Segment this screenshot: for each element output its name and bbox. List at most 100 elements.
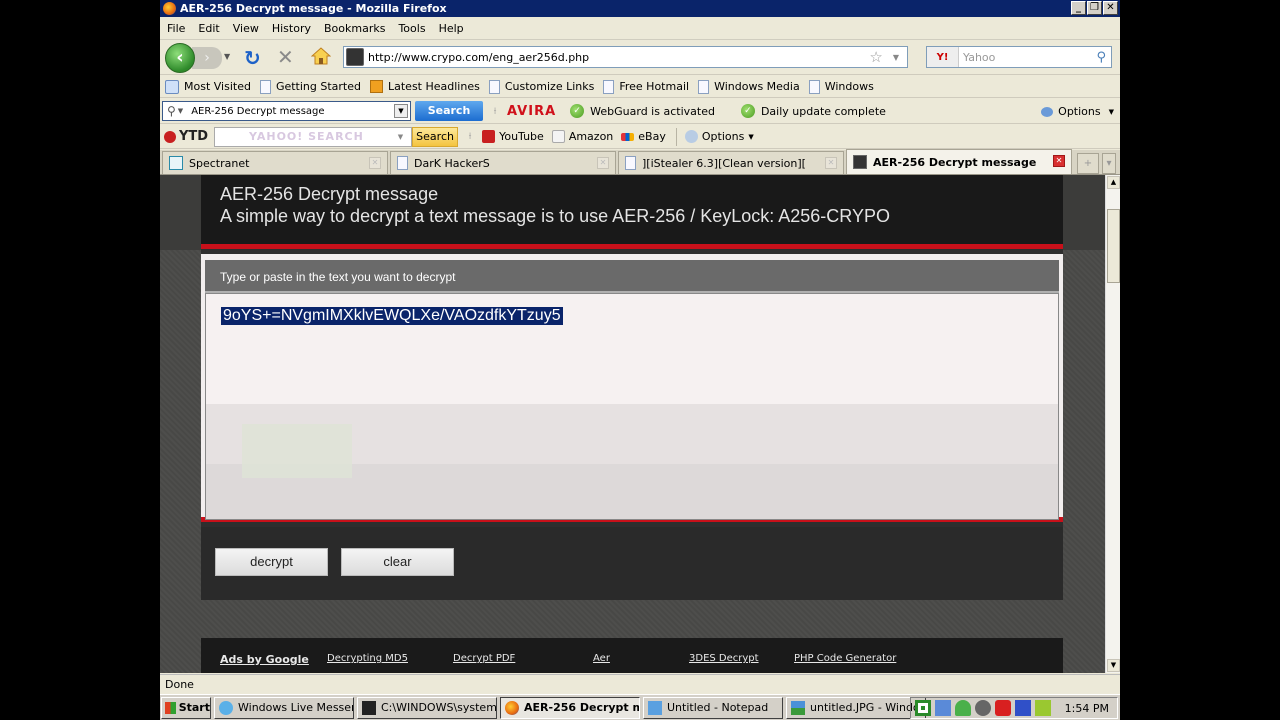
ytd-search-input[interactable]: YAHOO! SEARCH [215, 130, 398, 143]
web-search-input[interactable]: Yahoo [959, 51, 1096, 64]
chevron-down-icon[interactable]: ▼ [178, 107, 183, 115]
scroll-down-icon[interactable]: ▼ [1107, 659, 1120, 672]
tab-spectranet[interactable]: Spectranet ✕ [162, 151, 388, 174]
url-bar[interactable]: http://www.crypo.com/eng_aer256d.php ☆ ▼ [343, 46, 908, 68]
avira-options-button[interactable]: Options ▼ [1041, 105, 1114, 118]
bookmark-getting-started[interactable]: Getting Started [259, 79, 361, 94]
toolbar-grip-icon[interactable]: ⟊ [466, 131, 474, 142]
bookmark-free-hotmail[interactable]: Free Hotmail [603, 79, 689, 94]
close-tab-icon[interactable]: ✕ [369, 157, 381, 169]
task-command-prompt[interactable]: C:\WINDOWS\system3... [357, 696, 497, 719]
avira-search-input[interactable]: AER-256 Decrypt message [191, 106, 394, 117]
menu-view[interactable]: View [233, 22, 259, 35]
messenger-status-icon[interactable] [955, 700, 971, 716]
ytd-options-button[interactable]: Options ▼ [684, 130, 754, 143]
back-icon: ‹ [176, 47, 184, 68]
ytd-search-button[interactable]: Search [412, 126, 459, 147]
most-visited-icon [165, 79, 179, 94]
close-tab-icon[interactable]: ✕ [597, 157, 609, 169]
scroll-up-icon[interactable]: ▲ [1107, 176, 1120, 189]
avira-search-field[interactable]: ⚲ ▼ AER-256 Decrypt message ▼ [162, 101, 411, 121]
menu-history[interactable]: History [272, 22, 311, 35]
url-dropdown-icon[interactable]: ▼ [893, 53, 899, 62]
task-notepad[interactable]: Untitled - Notepad [643, 696, 783, 719]
ad-link-php-code-generator[interactable]: PHP Code Generator [794, 653, 896, 664]
bookmark-star-icon[interactable]: ☆ [869, 48, 882, 66]
forward-button[interactable]: › [192, 47, 222, 69]
ad-link-3des-decrypt[interactable]: 3DES Decrypt [689, 653, 759, 664]
avira-logo[interactable]: AVIRA [507, 104, 556, 119]
stop-button[interactable]: ✕ [277, 45, 294, 69]
url-input[interactable]: http://www.crypo.com/eng_aer256d.php [368, 51, 869, 64]
menu-file[interactable]: File [167, 22, 185, 35]
history-dropdown-icon[interactable]: ▼ [224, 52, 230, 61]
clock[interactable]: 1:54 PM [1065, 702, 1109, 715]
avira-tray-icon[interactable] [995, 700, 1011, 716]
home-icon[interactable] [311, 46, 331, 66]
decrypt-form: Type or paste in the text you want to de… [201, 254, 1063, 522]
web-search-bar[interactable]: Y! Yahoo ⚲ [926, 46, 1112, 68]
new-tab-button[interactable]: + [1077, 153, 1099, 174]
window-title: AER-256 Decrypt message - Mozilla Firefo… [180, 2, 447, 15]
close-tab-icon[interactable]: ✕ [825, 157, 837, 169]
bookmark-windows-media[interactable]: Windows Media [698, 79, 800, 94]
search-icon[interactable]: ⚲ [1096, 50, 1106, 65]
reload-button[interactable]: ↻ [244, 46, 261, 70]
clear-button[interactable]: clear [341, 548, 454, 576]
notepad-icon [648, 700, 662, 715]
webguard-status[interactable]: WebGuard is activated [590, 105, 715, 118]
menu-tools[interactable]: Tools [398, 22, 425, 35]
ad-link-decrypt-pdf[interactable]: Decrypt PDF [453, 653, 515, 664]
avira-search-button[interactable]: Search [415, 101, 483, 121]
dropdown-arrow-icon[interactable]: ▼ [394, 104, 408, 118]
page-content: AER-256 Decrypt message A simple way to … [160, 175, 1105, 673]
page-icon [698, 79, 710, 94]
tab-dark-hackers[interactable]: DarK HackerS ✕ [390, 151, 616, 174]
task-label: AER-256 Decrypt m... [524, 701, 639, 714]
menu-help[interactable]: Help [439, 22, 464, 35]
ad-link-decrypting-md5[interactable]: Decrypting MD5 [327, 653, 408, 664]
tab-aer-256-decrypt[interactable]: AER-256 Decrypt message ✕ [846, 149, 1072, 174]
start-button[interactable]: Start [161, 696, 211, 719]
minimize-button[interactable]: _ [1071, 1, 1086, 15]
nvidia-icon[interactable] [1035, 700, 1051, 716]
bookmark-latest-headlines[interactable]: Latest Headlines [370, 80, 480, 93]
toolbar-grip-icon[interactable]: ⟊ [491, 106, 499, 117]
task-firefox[interactable]: AER-256 Decrypt m... [500, 696, 640, 719]
close-tab-icon[interactable]: ✕ [1053, 155, 1065, 167]
xfire-icon[interactable] [1015, 700, 1031, 716]
record-icon[interactable] [915, 700, 931, 716]
selected-ciphertext[interactable]: 9oYS+=NVgmIMXklvEWQLXe/VAOzdfkYTzuy5 [221, 307, 563, 325]
scroll-thumb[interactable] [1107, 209, 1120, 283]
youtube-link[interactable]: YouTube [482, 130, 544, 143]
ads-by-google-link[interactable]: Ads by Google [220, 653, 309, 666]
ad-link-aer[interactable]: Aer [593, 653, 610, 664]
menu-edit[interactable]: Edit [198, 22, 219, 35]
update-status[interactable]: Daily update complete [761, 105, 886, 118]
tab-istealer[interactable]: ][iStealer 6.3][Clean version][ ✕ [618, 151, 844, 174]
bookmark-most-visited[interactable]: Most Visited [165, 79, 251, 94]
bookmark-windows[interactable]: Windows [808, 79, 874, 94]
ytd-logo[interactable]: YTD [164, 129, 208, 144]
back-button[interactable]: ‹ [165, 43, 195, 73]
search-icon: ⚲ [167, 104, 176, 118]
bookmark-customize-links[interactable]: Customize Links [488, 79, 594, 94]
network-icon[interactable] [935, 700, 951, 716]
task-windows-live-messenger[interactable]: Windows Live Messeng... [214, 696, 354, 719]
ytd-toolbar: YTD YAHOO! SEARCH ▼ Search ⟊ YouTube Ama… [160, 125, 1120, 149]
ytd-search-field[interactable]: YAHOO! SEARCH ▼ [214, 126, 413, 147]
menu-bookmarks[interactable]: Bookmarks [324, 22, 385, 35]
tab-list-button[interactable]: ▾ [1102, 153, 1116, 174]
close-button[interactable]: ✕ [1103, 1, 1118, 15]
audio-icon[interactable] [975, 700, 991, 716]
chevron-down-icon[interactable]: ▼ [398, 133, 403, 141]
task-image-viewer[interactable]: untitled.JPG - Windows... [786, 696, 926, 719]
vertical-scrollbar[interactable]: ▲ ▼ [1105, 175, 1120, 673]
decrypt-button[interactable]: decrypt [215, 548, 328, 576]
restore-button[interactable]: ❐ [1087, 1, 1102, 15]
ebay-link[interactable]: eBay [621, 130, 666, 143]
link-label: Amazon [568, 130, 614, 143]
amazon-link[interactable]: Amazon [551, 130, 614, 143]
yahoo-engine-icon[interactable]: Y! [927, 47, 959, 67]
ciphertext-textarea[interactable]: 9oYS+=NVgmIMXklvEWQLXe/VAOzdfkYTzuy5 [205, 293, 1059, 520]
